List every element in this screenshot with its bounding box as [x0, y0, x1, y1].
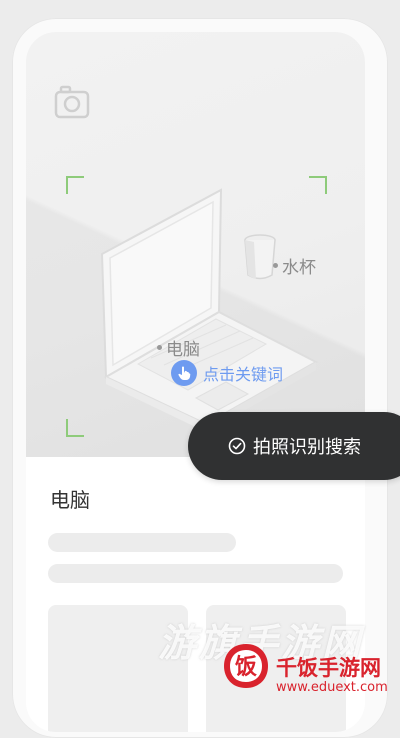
camera-button[interactable] — [54, 84, 90, 120]
watermark-url: www.eduext.com — [276, 680, 388, 695]
result-title: 电脑 — [50, 488, 90, 512]
camera-icon — [54, 85, 90, 119]
photo-search-button[interactable]: 拍照识别搜索 — [188, 412, 400, 480]
tap-keyword-hint[interactable]: 点击关键词 — [171, 360, 283, 386]
photo-search-button-label: 拍照识别搜索 — [253, 437, 361, 458]
tag-dot-icon — [273, 263, 278, 268]
keyword-tag-cup[interactable]: 水杯 — [273, 253, 316, 278]
watermark-logo-icon: 饭 — [224, 644, 268, 688]
result-placeholder-line — [48, 533, 236, 552]
tag-dot-icon — [157, 345, 162, 350]
svg-text:饭: 饭 — [235, 654, 257, 680]
keyword-tag-computer[interactable]: 电脑 — [157, 335, 200, 360]
keyword-tag-cup-label: 水杯 — [282, 258, 316, 278]
watermark-site-name: 千饭手游网 — [276, 656, 381, 680]
camera-scene: 水杯 电脑 点击关键词 — [26, 32, 365, 457]
check-circle-icon — [228, 437, 246, 455]
focus-corner-top-left — [66, 176, 84, 194]
keyword-tag-computer-label: 电脑 — [166, 340, 200, 360]
result-placeholder-line — [48, 564, 343, 583]
focus-corner-top-right — [309, 176, 327, 194]
focus-corner-bottom-left — [66, 419, 84, 437]
tap-keyword-hint-label: 点击关键词 — [203, 365, 284, 384]
hand-tap-icon — [171, 360, 197, 386]
